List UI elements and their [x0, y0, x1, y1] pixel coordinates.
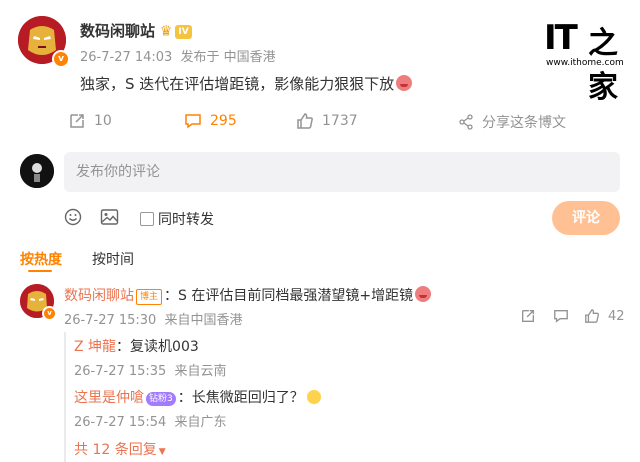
image-icon — [100, 209, 119, 225]
comment-username[interactable]: 数码闲聊站 — [64, 288, 134, 304]
comment-icon — [185, 114, 201, 129]
comment-count: 295 — [210, 113, 237, 129]
share-label: 分享这条博文 — [482, 115, 566, 131]
tab-sort-time[interactable]: 按时间 — [92, 249, 134, 269]
comment-location: 来自中国香港 — [164, 313, 243, 328]
reply-meta: 26-7-27 15:54 来自广东 — [74, 411, 227, 430]
like-icon — [585, 309, 599, 323]
comment-meta: 26-7-27 15:30 来自中国香港 — [64, 309, 243, 328]
comment-like-button[interactable]: 42 — [584, 308, 625, 324]
comment-forward-button[interactable] — [520, 308, 536, 328]
tab-sort-hot[interactable]: 按热度 — [20, 249, 62, 269]
comment-button[interactable]: 295 — [184, 112, 237, 130]
current-user-avatar[interactable] — [20, 154, 54, 188]
post-username[interactable]: 数码闲聊站 — [80, 22, 155, 40]
share-icon — [459, 114, 473, 130]
emoji-icon — [396, 75, 413, 91]
comment-like-count: 42 — [608, 308, 625, 324]
forward-checkbox[interactable] — [140, 212, 154, 226]
reply-text: ：长焦微距回归了？ — [177, 390, 304, 406]
post-header: 数码闲聊站 ♛ IV — [80, 20, 192, 41]
forward-count: 10 — [94, 113, 112, 129]
comment-line: 数码闲聊站 博主 ：S 在评估目前同档最强潜望镜+增距镜 — [64, 285, 432, 305]
reply-item: 这里是仲嗆 钻粉3 ：长焦微距回归了？ — [74, 387, 321, 407]
more-replies-label: 共 12 条回复 — [74, 442, 157, 458]
forward-icon — [522, 310, 534, 322]
chevron-down-icon: ▼ — [158, 447, 166, 457]
reply-text: ：复读机003 — [116, 339, 199, 355]
post-location: 发布于 中国香港 — [180, 50, 276, 65]
like-icon — [297, 113, 313, 129]
reply-date: 26-7-27 15:35 — [74, 364, 167, 379]
verified-icon: v — [52, 50, 70, 68]
reply-item: Z 坤龍：复读机003 — [74, 336, 199, 356]
like-count: 1737 — [322, 113, 358, 129]
more-replies-link[interactable]: 共 12 条回复 ▼ — [74, 439, 166, 459]
share-button[interactable]: 分享这条博文 — [458, 112, 566, 132]
comment-date: 26-7-27 15:30 — [64, 313, 157, 328]
reply-username[interactable]: 这里是仲嗆 — [74, 390, 144, 406]
image-button[interactable] — [100, 208, 119, 230]
post-body: 独家，S 迭代在评估增距镜，影像能力狠狠下放 — [80, 75, 395, 93]
emoji-icon — [415, 286, 432, 302]
submit-comment-button[interactable]: 评论 — [552, 201, 620, 235]
comment-icon — [554, 310, 568, 323]
forward-icon — [70, 114, 84, 128]
emoji-button[interactable] — [64, 208, 82, 230]
forward-button[interactable]: 10 — [68, 112, 112, 130]
fan-badge: 钻粉3 — [146, 392, 176, 406]
smile-emoji-icon — [306, 390, 321, 404]
post-text: 独家，S 迭代在评估增距镜，影像能力狠狠下放 — [80, 73, 413, 94]
forward-option[interactable]: 同时转发 — [140, 209, 214, 229]
reply-username[interactable]: Z 坤龍 — [74, 339, 116, 355]
logo-url: www.ithome.com — [546, 58, 624, 68]
comment-input[interactable]: 发布你的评论 — [64, 152, 620, 192]
post-meta: 26-7-27 14:03 发布于 中国香港 — [80, 46, 276, 65]
host-badge: 博主 — [136, 289, 163, 305]
active-tab-indicator — [28, 270, 52, 272]
crown-icon: ♛ — [159, 23, 173, 40]
reply-meta: 26-7-27 15:35 来自云南 — [74, 360, 227, 379]
reply-location: 来自云南 — [174, 364, 227, 379]
reply-date: 26-7-27 15:54 — [74, 415, 167, 430]
level-badge: IV — [175, 24, 192, 39]
forward-option-label: 同时转发 — [158, 212, 214, 228]
commenter-verified-icon: v — [42, 306, 57, 321]
comment-text: ：S 在评估目前同档最强潜望镜+增距镜 — [164, 288, 414, 304]
logo-mark: IT — [544, 18, 578, 58]
like-button[interactable]: 1737 — [296, 112, 358, 130]
reply-location: 来自广东 — [174, 415, 227, 430]
emoji-icon — [64, 208, 82, 226]
post-date[interactable]: 26-7-27 14:03 — [80, 50, 172, 65]
comment-reply-button[interactable] — [553, 308, 569, 328]
